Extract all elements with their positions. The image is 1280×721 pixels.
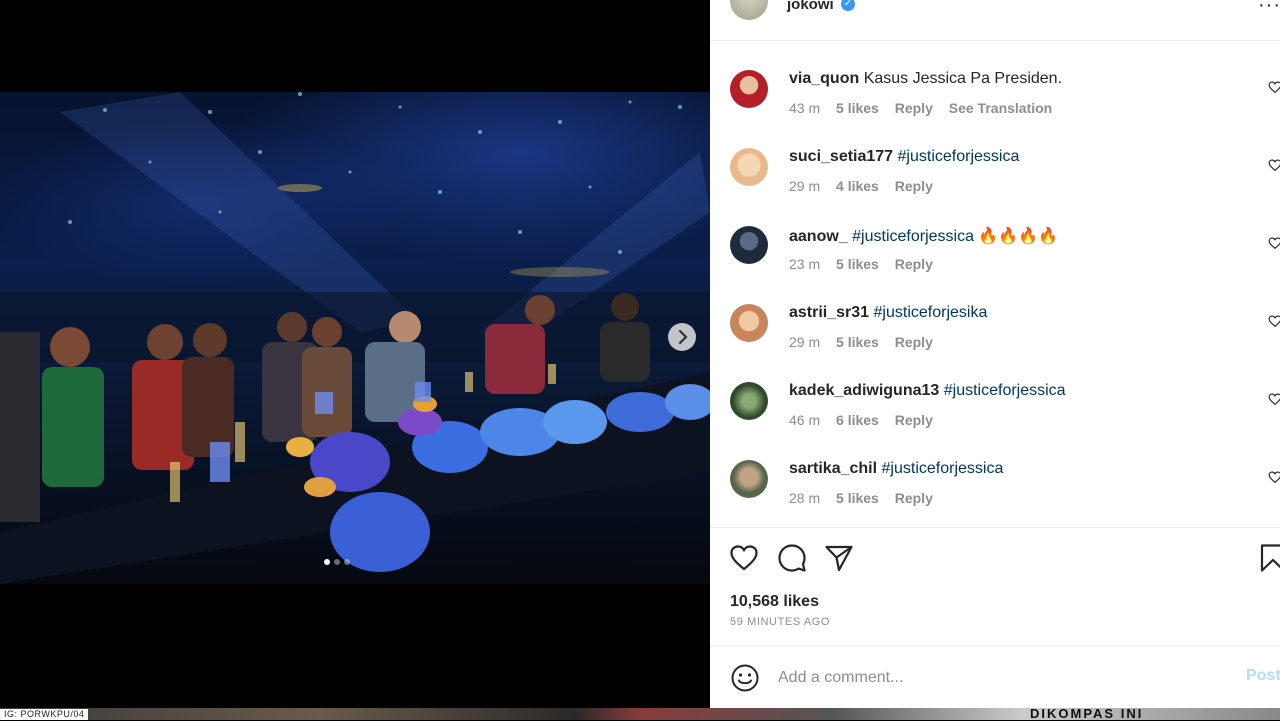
comment-avatar[interactable]	[730, 304, 768, 342]
paper-plane-icon[interactable]	[823, 542, 855, 574]
post-header: jokowi ✓ ···	[710, 0, 1280, 41]
comment-bubble-icon[interactable]	[776, 542, 808, 574]
comment-input[interactable]	[776, 663, 1240, 693]
comment-time: 46 m	[789, 412, 821, 428]
likes-count[interactable]: 10,568 likes	[730, 593, 819, 611]
comment-likes[interactable]: 4 likes	[836, 178, 879, 194]
comment-meta: 23 m 5 likes Reply	[789, 256, 945, 272]
comment-meta: 28 m 5 likes Reply	[789, 490, 945, 506]
comment-text: kadek_adiwiguna13 #justiceforjessica	[789, 382, 1066, 400]
comment-text: sartika_chil #justiceforjessica	[789, 460, 1003, 478]
heart-icon[interactable]	[1268, 80, 1280, 94]
comment-message: Kasus Jessica Pa Presiden.	[863, 70, 1063, 87]
comment-text: aanow_ #justiceforjessica 🔥🔥🔥🔥	[789, 226, 1058, 246]
comment-avatar[interactable]	[730, 382, 768, 420]
comment-likes[interactable]: 5 likes	[836, 490, 879, 506]
strip-caption: IG: PORWKPU/04	[0, 709, 89, 720]
reply-button[interactable]: Reply	[895, 256, 933, 272]
comment-username[interactable]: kadek_adiwiguna13	[789, 382, 939, 399]
comment-avatar[interactable]	[730, 460, 768, 498]
author-username[interactable]: jokowi	[787, 0, 834, 13]
heart-icon[interactable]	[1268, 314, 1280, 328]
comment-text: suci_setia177 #justiceforjessica	[789, 148, 1019, 166]
comment-likes[interactable]: 6 likes	[836, 412, 879, 428]
comment-text: astrii_sr31 #justiceforjesika	[789, 304, 987, 322]
comment-text: via_quon Kasus Jessica Pa Presiden.	[789, 70, 1062, 88]
carousel-indicator	[324, 559, 350, 565]
post-actions: 10,568 likes 59 MINUTES AGO	[710, 527, 1280, 646]
comment-item: via_quon Kasus Jessica Pa Presiden. 43 m…	[710, 70, 1280, 148]
comment-item: astrii_sr31 #justiceforjesika 29 m 5 lik…	[710, 304, 1280, 382]
see-translation-button[interactable]: See Translation	[949, 100, 1052, 116]
comment-avatar[interactable]	[730, 148, 768, 186]
comment-item: aanow_ #justiceforjessica 🔥🔥🔥🔥 23 m 5 li…	[710, 226, 1280, 304]
post-comment-button[interactable]: Post	[1246, 667, 1280, 685]
comment-avatar[interactable]	[730, 226, 768, 264]
reply-button[interactable]: Reply	[895, 490, 933, 506]
post-side-panel: jokowi ✓ ··· via_quon Kasus Jessica Pa P…	[710, 0, 1280, 708]
strip-headline: DIKOMPAS INI	[1030, 706, 1144, 721]
comment-time: 29 m	[789, 334, 821, 350]
comment-time: 29 m	[789, 178, 821, 194]
comment-meta: 29 m 5 likes Reply	[789, 334, 945, 350]
comment-avatar[interactable]	[730, 70, 768, 108]
photo-scene	[0, 92, 710, 584]
heart-icon[interactable]	[728, 542, 760, 574]
post-timestamp: 59 MINUTES AGO	[730, 616, 831, 628]
heart-icon[interactable]	[1268, 236, 1280, 250]
heart-icon[interactable]	[1268, 392, 1280, 406]
comment-meta: 29 m 4 likes Reply	[789, 178, 945, 194]
carousel-dot	[334, 559, 340, 565]
post-photo[interactable]	[0, 92, 710, 584]
comment-hashtag[interactable]: #justiceforjessica	[944, 382, 1066, 399]
ellipsis-icon[interactable]: ···	[1258, 0, 1280, 17]
verified-badge-icon: ✓	[841, 0, 855, 11]
carousel-dot	[324, 559, 330, 565]
carousel-dot	[344, 559, 350, 565]
comment-meta: 46 m 6 likes Reply	[789, 412, 945, 428]
comment-likes[interactable]: 5 likes	[836, 256, 879, 272]
comment-username[interactable]: via_quon	[789, 70, 859, 87]
heart-icon[interactable]	[1268, 158, 1280, 172]
reply-button[interactable]: Reply	[895, 334, 933, 350]
comment-hashtag[interactable]: #justiceforjessica	[882, 460, 1004, 477]
comment-time: 43 m	[789, 100, 821, 116]
comment-composer: Post	[710, 645, 1280, 708]
reply-button[interactable]: Reply	[895, 100, 933, 116]
author-avatar[interactable]	[730, 0, 768, 20]
comment-meta: 43 m 5 likes Reply See Translation	[789, 100, 1064, 116]
post-media	[0, 0, 710, 708]
smiley-icon[interactable]	[730, 663, 760, 693]
comment-hashtag[interactable]: #justiceforjesika	[874, 304, 988, 321]
chevron-right-icon	[678, 329, 688, 345]
comment-username[interactable]: aanow_	[789, 228, 848, 245]
carousel-next-button[interactable]	[668, 323, 696, 351]
comment-emoji: 🔥🔥🔥🔥	[978, 228, 1059, 245]
comment-username[interactable]: suci_setia177	[789, 148, 893, 165]
comment-username[interactable]: astrii_sr31	[789, 304, 869, 321]
comment-time: 28 m	[789, 490, 821, 506]
reply-button[interactable]: Reply	[895, 412, 933, 428]
bookmark-icon[interactable]	[1258, 542, 1280, 574]
heart-icon[interactable]	[1268, 470, 1280, 484]
comment-hashtag[interactable]: #justiceforjessica	[898, 148, 1020, 165]
comment-hashtag[interactable]: #justiceforjessica	[852, 228, 974, 245]
comment-likes[interactable]: 5 likes	[836, 100, 879, 116]
comment-likes[interactable]: 5 likes	[836, 334, 879, 350]
comment-item: suci_setia177 #justiceforjessica 29 m 4 …	[710, 148, 1280, 226]
reply-button[interactable]: Reply	[895, 178, 933, 194]
comment-item: kadek_adiwiguna13 #justiceforjessica 46 …	[710, 382, 1280, 460]
comment-time: 23 m	[789, 256, 821, 272]
comment-username[interactable]: sartika_chil	[789, 460, 877, 477]
